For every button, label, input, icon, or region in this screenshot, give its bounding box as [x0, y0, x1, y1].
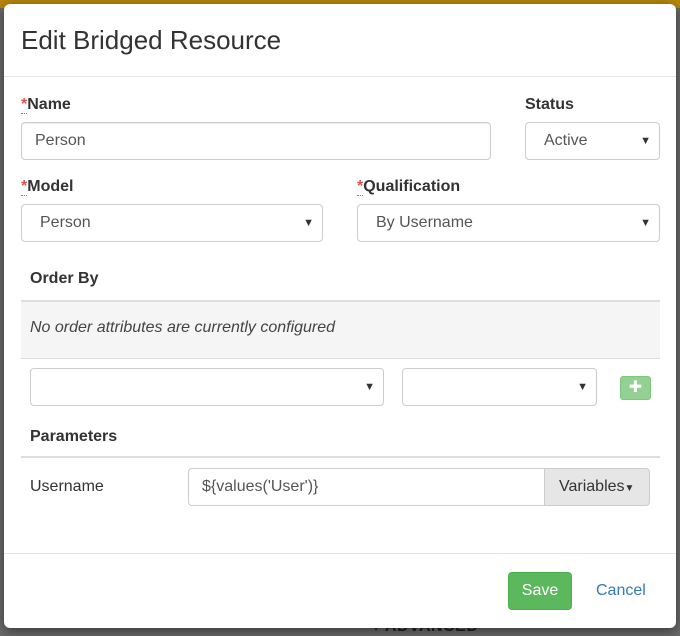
order-by-empty-state: No order attributes are currently config… — [21, 300, 660, 359]
parameters-heading: Parameters — [30, 428, 118, 445]
chevron-down-icon: ▼ — [364, 381, 375, 393]
name-label: *Name — [21, 96, 71, 114]
parameters-divider — [21, 456, 660, 458]
model-label: *Model — [21, 178, 74, 196]
qualification-select[interactable]: By Username ▼ — [357, 204, 660, 242]
status-select[interactable]: Active ▼ — [525, 122, 660, 160]
plus-icon: ✚ — [628, 379, 643, 396]
footer-divider — [4, 553, 676, 554]
status-label: Status — [525, 96, 574, 113]
qualification-select-value: By Username — [376, 214, 473, 231]
name-input[interactable]: Person — [21, 122, 491, 160]
status-select-value: Active — [544, 132, 588, 149]
save-button[interactable]: Save — [508, 572, 572, 610]
order-by-empty-message: No order attributes are currently config… — [30, 319, 336, 336]
model-select[interactable]: Person ▼ — [21, 204, 323, 242]
chevron-down-icon: ▼ — [577, 381, 588, 393]
parameter-name-username: Username — [30, 478, 104, 495]
chevron-down-icon: ▼ — [640, 135, 651, 147]
chevron-down-icon: ▼ — [640, 217, 651, 229]
variables-dropdown-button[interactable]: Variables▼ — [544, 468, 650, 506]
order-direction-select[interactable]: ▼ — [402, 368, 597, 406]
chevron-down-icon: ▼ — [303, 217, 314, 229]
order-attribute-select[interactable]: ▼ — [30, 368, 384, 406]
qualification-label: *Qualification — [357, 178, 461, 196]
caret-down-icon: ▼ — [624, 483, 635, 494]
parameter-value-input[interactable]: ${values('User')} — [188, 468, 545, 506]
model-select-value: Person — [40, 214, 91, 231]
order-by-heading: Order By — [30, 270, 99, 287]
edit-bridged-resource-dialog: Edit Bridged Resource *Name Person Statu… — [4, 4, 676, 628]
cancel-link[interactable]: Cancel — [596, 582, 646, 600]
dialog-title: Edit Bridged Resource — [21, 25, 282, 55]
dialog-header: Edit Bridged Resource — [4, 4, 676, 77]
add-order-button[interactable]: ✚ — [620, 376, 651, 400]
